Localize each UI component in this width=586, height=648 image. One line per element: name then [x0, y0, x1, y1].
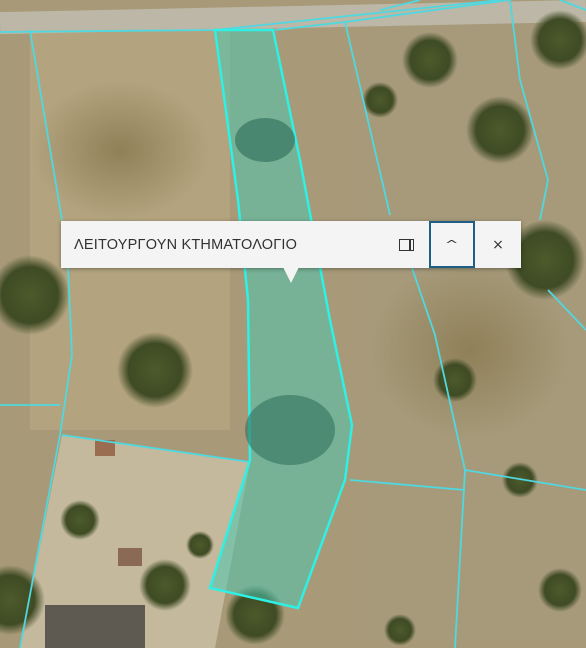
building [118, 548, 142, 566]
dock-panel-icon [398, 238, 414, 251]
dry-patch [30, 80, 210, 220]
chevron-up-icon: ^ [445, 238, 459, 251]
dock-button[interactable] [383, 221, 429, 268]
close-button[interactable]: × [475, 221, 521, 268]
popup-title: ΛΕΙΤΟΥΡΓΟΥΝ ΚΤΗΜΑΤΟΛΟΓΙΟ [74, 236, 298, 253]
satellite-map[interactable] [0, 0, 586, 648]
building [45, 605, 145, 648]
collapse-button[interactable]: ^ [429, 221, 475, 268]
popup-pointer [283, 267, 299, 283]
close-icon: × [492, 236, 504, 253]
feature-popup: ΛΕΙΤΟΥΡΓΟΥΝ ΚΤΗΜΑΤΟΛΟΓΙΟ ^ × [61, 221, 521, 268]
